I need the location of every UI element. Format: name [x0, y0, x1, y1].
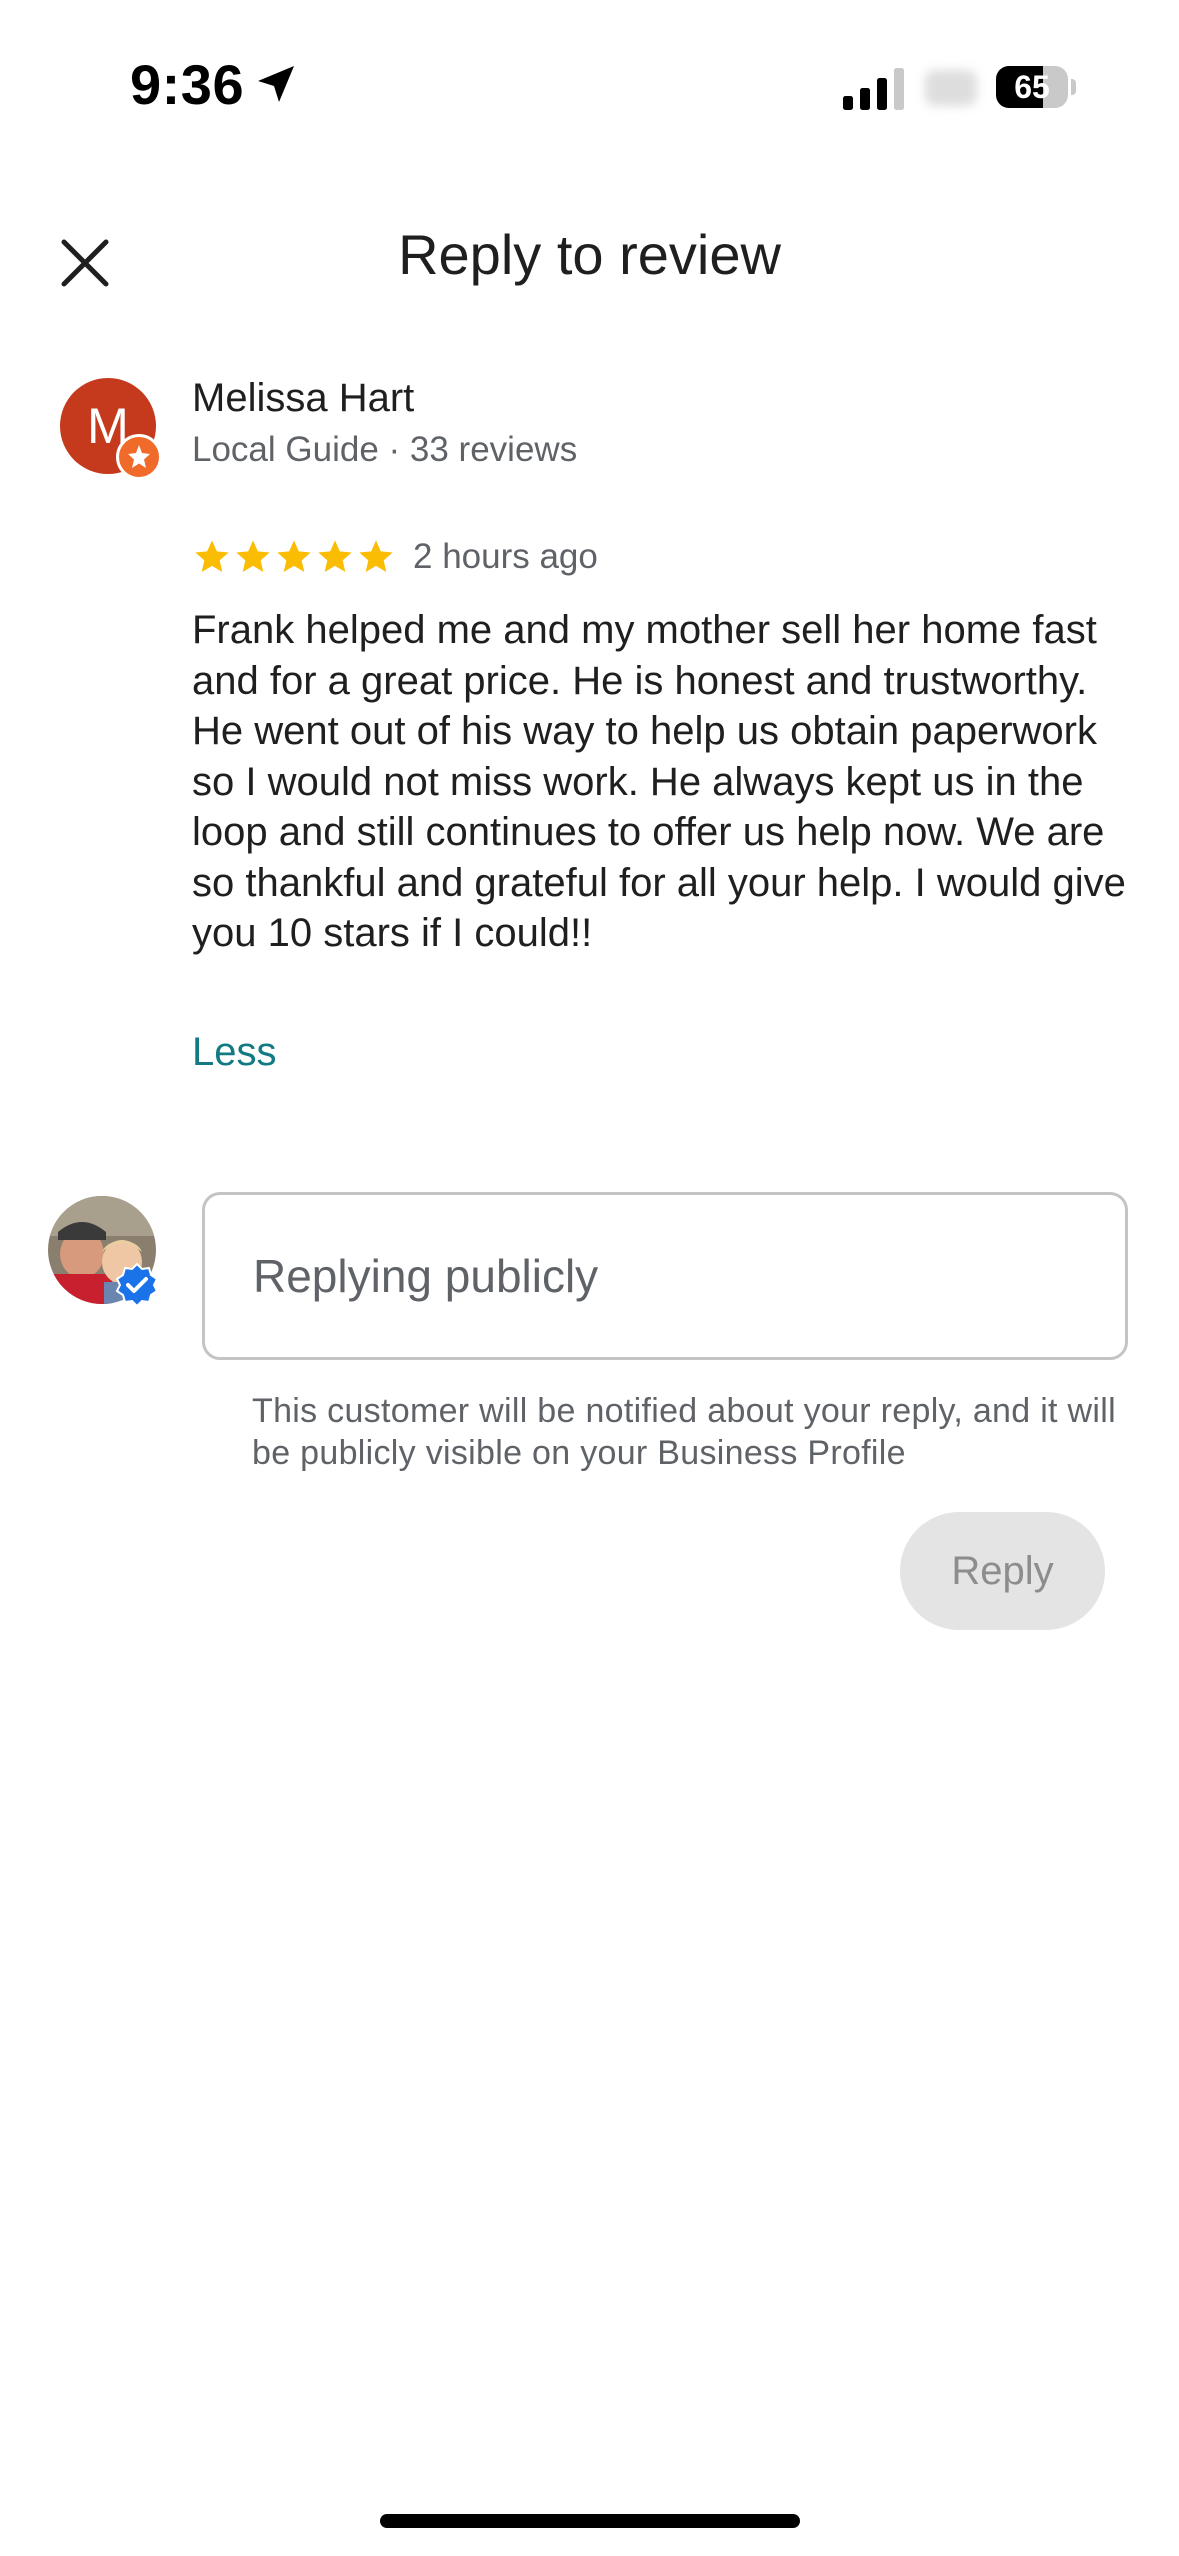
home-indicator[interactable] [380, 2514, 800, 2528]
star-icon [236, 540, 270, 572]
verified-badge-icon [115, 1262, 159, 1308]
location-arrow-icon [258, 66, 294, 102]
status-bar: 9:36 65 [0, 0, 1179, 170]
star-icon [318, 540, 352, 572]
reply-input[interactable] [202, 1192, 1128, 1360]
review-time: 2 hours ago [413, 537, 598, 576]
reply-to-review-screen: 9:36 65 Reply to review M Melissa Hart L… [0, 0, 1179, 2556]
battery-icon: 65 [996, 66, 1076, 108]
battery-tip [1071, 79, 1076, 95]
reviewer-name[interactable]: Melissa Hart [192, 376, 414, 421]
reply-button[interactable]: Reply [900, 1512, 1105, 1630]
page-title: Reply to review [398, 223, 781, 286]
cellular-signal-icon [843, 68, 904, 110]
blurred-carrier-label [925, 70, 977, 106]
status-time: 9:36 [130, 53, 245, 116]
star-rating: 2 hours ago [192, 536, 598, 578]
star-icon [195, 540, 229, 572]
review-text: Frank helped me and my mother sell her h… [192, 608, 1126, 955]
local-guide-badge-icon [116, 434, 162, 480]
star-icon [277, 540, 311, 572]
show-less-link[interactable]: Less [192, 1030, 277, 1075]
battery-body: 65 [996, 66, 1068, 108]
reviewer-meta: Local Guide · 33 reviews [192, 430, 578, 469]
battery-level: 65 [1014, 69, 1050, 105]
star-icon [359, 540, 393, 572]
public-reply-notice: This customer will be notified about you… [252, 1392, 1116, 1472]
